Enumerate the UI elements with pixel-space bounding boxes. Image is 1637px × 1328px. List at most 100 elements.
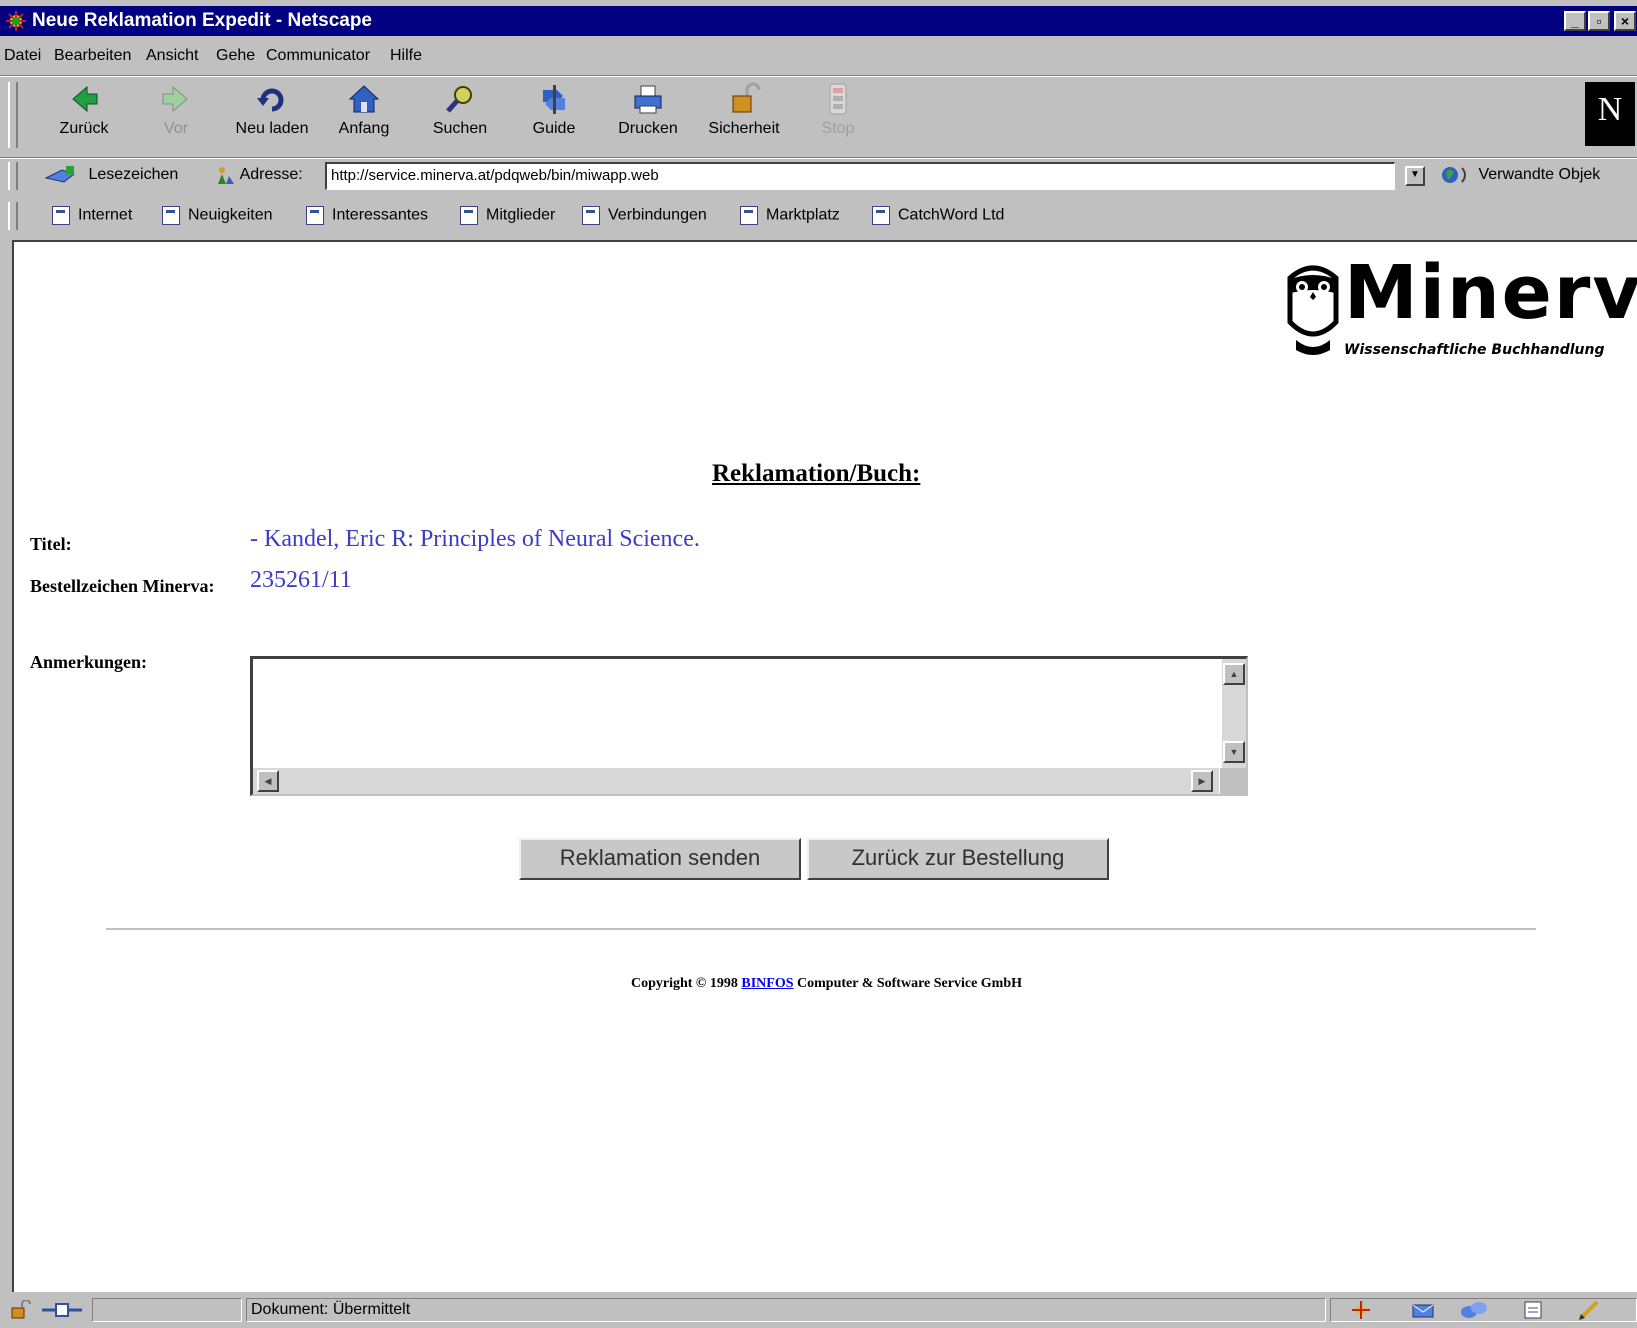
window-title: Neue Reklamation Expedit - Netscape — [32, 10, 372, 31]
bookmark-label: CatchWord Ltd — [898, 206, 1005, 224]
security-status-icon[interactable] — [10, 1300, 32, 1320]
bookmark-icon — [306, 206, 324, 225]
personal-toolbar: Internet Neuigkeiten Interessantes Mitgl… — [0, 200, 1637, 236]
horizontal-rule — [106, 928, 1536, 930]
search-button[interactable]: Suchen — [416, 78, 504, 152]
binfos-link[interactable]: BINFOS — [741, 976, 793, 991]
netscape-logo[interactable]: N — [1585, 82, 1635, 146]
home-button[interactable]: Anfang — [320, 78, 408, 152]
bookmark-label: Internet — [78, 206, 133, 224]
menu-ansicht[interactable]: Ansicht — [146, 47, 198, 65]
page-content: Minerva Wissenschaftliche Buchhandlung R… — [12, 240, 1637, 1292]
notes-textarea[interactable]: ▲ ▼ ◀ ▶ — [250, 656, 1248, 796]
close-button[interactable]: × — [1614, 11, 1636, 31]
bookmark-marktplatz[interactable]: Marktplatz — [740, 206, 840, 225]
order-number-value: 235261/11 — [250, 567, 352, 593]
address-history-dropdown[interactable]: ▼ — [1405, 166, 1425, 186]
status-bar: Dokument: Übermittelt — [0, 1294, 1637, 1328]
bookmark-icon — [872, 206, 890, 225]
scroll-right-icon[interactable]: ▶ — [1191, 770, 1213, 792]
mail-component-icon[interactable] — [1411, 1300, 1435, 1320]
reload-button[interactable]: Neu laden — [228, 78, 316, 152]
bookmark-label: Mitglieder — [486, 206, 556, 224]
owl-logo-icon — [1287, 265, 1339, 355]
stop-icon — [829, 83, 847, 115]
divider — [0, 75, 1637, 77]
security-button[interactable]: Sicherheit — [700, 78, 788, 152]
divider — [0, 157, 1637, 159]
back-to-order-button[interactable]: Zurück zur Bestellung — [807, 838, 1109, 880]
reload-label: Neu laden — [235, 120, 309, 137]
reload-icon — [257, 88, 284, 112]
bookmark-catchword[interactable]: CatchWord Ltd — [872, 206, 1004, 225]
home-icon — [348, 85, 380, 113]
back-button[interactable]: Zurück — [40, 78, 128, 152]
security-label: Sicherheit — [708, 120, 780, 137]
menu-datei[interactable]: Datei — [4, 47, 41, 65]
menu-communicator[interactable]: Communicator — [266, 47, 370, 65]
bookmark-icon — [460, 206, 478, 225]
horizontal-scrollbar[interactable]: ◀ ▶ — [253, 768, 1219, 794]
navigator-component-icon[interactable] — [1349, 1300, 1373, 1320]
bookmark-interessantes[interactable]: Interessantes — [306, 206, 428, 225]
stop-button[interactable]: Stop — [794, 78, 882, 152]
bookmark-label: Marktplatz — [766, 206, 840, 224]
copyright-prefix: Copyright © 1998 — [630, 976, 738, 991]
logo-wordmark: Minerva — [1344, 250, 1637, 336]
bookmark-icon — [740, 206, 758, 225]
scrollbar-corner — [1220, 768, 1246, 794]
guide-label: Guide — [532, 120, 576, 137]
title-label: Titel: — [30, 534, 72, 554]
related-button[interactable]: Verwandte Objek — [1440, 164, 1600, 186]
forward-button[interactable]: Vor — [132, 78, 220, 152]
bookmark-label: Verbindungen — [608, 206, 707, 224]
bookmark-neuigkeiten[interactable]: Neuigkeiten — [162, 206, 273, 225]
menu-bearbeiten[interactable]: Bearbeiten — [54, 47, 131, 65]
scroll-up-icon[interactable]: ▲ — [1223, 663, 1245, 685]
copyright-suffix: Computer & Software Service GmbH — [797, 976, 1023, 991]
bookmarks-icon — [44, 166, 76, 183]
navigation-toolbar: Zurück Vor Neu laden Anfang Suchen Guide… — [0, 78, 1637, 156]
menu-bar: Datei Bearbeiten Ansicht Gehe Communicat… — [0, 42, 1637, 72]
guide-button[interactable]: Guide — [510, 78, 598, 152]
netscape-app-icon — [6, 11, 26, 31]
composer-component-icon[interactable] — [1521, 1300, 1545, 1320]
padlock-icon — [732, 82, 761, 113]
discussion-component-icon[interactable] — [1459, 1300, 1489, 1320]
bookmark-icon — [162, 206, 180, 225]
vertical-scrollbar[interactable]: ▲ ▼ — [1222, 659, 1246, 769]
submit-complaint-button[interactable]: Reklamation senden — [519, 838, 801, 880]
connection-status-icon — [42, 1303, 82, 1317]
toolbar-grip[interactable] — [8, 202, 18, 230]
minimize-button[interactable]: _ — [1564, 11, 1586, 31]
bookmark-icon — [582, 206, 600, 225]
address-input[interactable]: http://service.minerva.at/pdqweb/bin/miw… — [325, 162, 1395, 190]
print-label: Drucken — [618, 120, 678, 137]
bookmarks-button[interactable]: Lesezeichen — [44, 164, 178, 186]
menu-gehe[interactable]: Gehe — [216, 47, 255, 65]
bookmark-mitglieder[interactable]: Mitglieder — [460, 206, 555, 225]
progress-field — [92, 1298, 242, 1322]
minerva-logo: Minerva Wissenschaftliche Buchhandlung — [1282, 250, 1637, 366]
guide-icon — [543, 85, 565, 114]
status-text: Dokument: Übermittelt — [246, 1298, 1326, 1322]
scroll-left-icon[interactable]: ◀ — [257, 770, 279, 792]
toolbar-grip[interactable] — [8, 82, 18, 148]
bookmark-verbindungen[interactable]: Verbindungen — [582, 206, 707, 225]
location-toolbar: Lesezeichen Adresse: http://service.mine… — [0, 160, 1637, 198]
print-button[interactable]: Drucken — [604, 78, 692, 152]
toolbar-grip[interactable] — [8, 162, 18, 190]
edit-component-icon[interactable] — [1577, 1300, 1603, 1320]
printer-icon — [634, 85, 662, 114]
related-label: Verwandte Objek — [1478, 166, 1601, 184]
home-label: Anfang — [338, 120, 390, 137]
scroll-down-icon[interactable]: ▼ — [1223, 741, 1245, 763]
maximize-button[interactable]: ▫ — [1588, 11, 1610, 31]
bookmark-internet[interactable]: Internet — [52, 206, 132, 225]
browser-window: Neue Reklamation Expedit - Netscape _ ▫ … — [0, 0, 1637, 1328]
bookmark-label: Neuigkeiten — [188, 206, 273, 224]
bookmark-icon — [52, 206, 70, 225]
menu-hilfe[interactable]: Hilfe — [390, 47, 422, 65]
bookmark-label: Interessantes — [332, 206, 429, 224]
page-proxy-icon — [218, 167, 234, 184]
